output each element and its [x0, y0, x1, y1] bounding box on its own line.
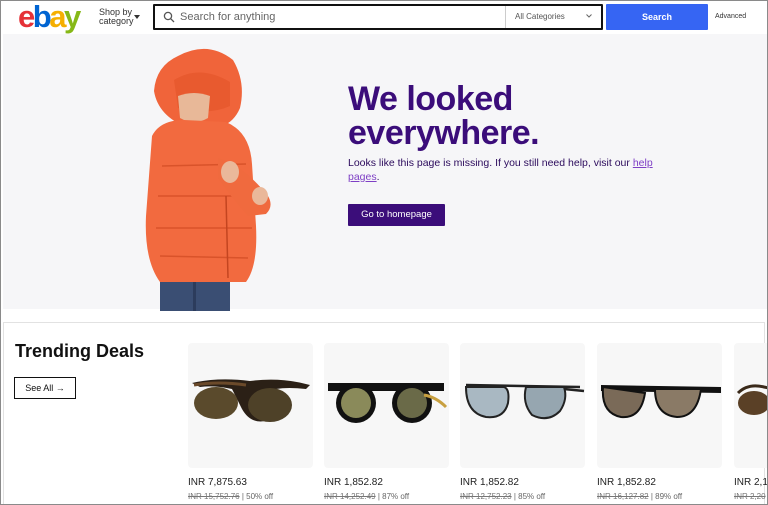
strikethrough-price: INR 12,752.23: [460, 492, 512, 501]
deal-price: INR 1,852.82: [324, 477, 383, 488]
sunglasses-icon: [192, 379, 310, 422]
error-message-text: Looks like this page is missing. If you …: [348, 157, 630, 169]
hero-banner: We looked everywhere. Looks like this pa…: [3, 34, 767, 311]
error-message-end: .: [376, 171, 380, 183]
deal-card[interactable]: INR 1,852.82 INR 16,127.82 | 89% off: [597, 343, 722, 504]
arrow-right-icon: →: [55, 383, 65, 393]
deal-original-price: INR 16,127.82 | 89% off: [597, 492, 683, 501]
logo-letter-e: e: [18, 0, 35, 34]
chevron-down-icon: [586, 14, 592, 18]
ebay-logo[interactable]: ebay: [18, 0, 81, 34]
sunglasses-icon: [736, 384, 767, 415]
discount-label: 89% off: [655, 492, 683, 501]
strikethrough-price: INR 16,127.82: [597, 492, 649, 501]
strikethrough-price: INR 14,252.49: [324, 492, 376, 501]
discount-label: 85% off: [518, 492, 546, 501]
deal-original-price: INR 15,752.76 | 50% off: [188, 492, 274, 501]
header: ebay Shop by category All Categories Sea…: [1, 0, 767, 34]
deal-price: INR 2,17: [734, 477, 768, 488]
see-all-button[interactable]: See All →: [14, 377, 76, 399]
shop-by-category-button[interactable]: Shop by category: [99, 8, 149, 26]
deal-original-price: INR 14,252.49 | 87% off: [324, 492, 410, 501]
shop-by-line2: category: [99, 16, 134, 26]
advanced-search-link[interactable]: Advanced: [715, 13, 746, 20]
logo-letter-y: y: [63, 0, 81, 34]
search-input[interactable]: [180, 8, 500, 26]
trending-deals-title: Trending Deals: [15, 341, 145, 361]
sunglasses-image: [734, 343, 767, 468]
sunglasses-image: [597, 343, 722, 468]
sunglasses-image: [324, 343, 449, 468]
sunglasses-image: [188, 343, 313, 468]
see-all-label: See All: [25, 383, 54, 393]
deal-price: INR 7,875.63: [188, 477, 247, 488]
deal-price: INR 1,852.82: [460, 477, 519, 488]
headline-line1: We looked: [348, 80, 513, 118]
discount-label: 87% off: [382, 492, 410, 501]
deal-card[interactable]: INR 1,852.82 INR 12,752.23 | 85% off: [460, 343, 585, 504]
logo-letter-b: b: [32, 0, 52, 34]
headline-line2: everywhere.: [348, 114, 540, 152]
error-message: Looks like this page is missing. If you …: [348, 156, 668, 184]
category-select[interactable]: All Categories: [515, 12, 565, 21]
deal-card[interactable]: INR 2,17 INR 2,20: [734, 343, 768, 504]
category-divider: [505, 6, 506, 28]
deal-price: INR 1,852.82: [597, 477, 656, 488]
deal-original-price: INR 12,752.23 | 85% off: [460, 492, 546, 501]
chevron-down-icon: [134, 15, 140, 19]
sunglasses-icon: [464, 383, 585, 420]
child-in-orange-jacket-image: [145, 48, 271, 311]
sunglasses-icon: [328, 383, 448, 423]
sunglasses-image: [460, 343, 585, 468]
search-button[interactable]: Search: [606, 4, 708, 30]
go-to-homepage-button[interactable]: Go to homepage: [348, 204, 445, 226]
page-headline: We looked everywhere.: [348, 82, 608, 150]
page-frame: ebay Shop by category All Categories Sea…: [0, 0, 768, 505]
discount-label: 50% off: [246, 492, 274, 501]
deal-card[interactable]: INR 7,875.63 INR 15,752.76 | 50% off: [188, 343, 313, 504]
strikethrough-price: INR 15,752.76: [188, 492, 240, 501]
logo-letter-a: a: [49, 0, 66, 34]
search-bar: All Categories: [153, 4, 603, 30]
search-icon: [163, 11, 175, 23]
strikethrough-price: INR 2,20: [734, 492, 766, 501]
sunglasses-icon: [601, 385, 721, 419]
deal-original-price: INR 2,20: [734, 492, 766, 501]
deal-card[interactable]: INR 1,852.82 INR 14,252.49 | 87% off: [324, 343, 449, 504]
